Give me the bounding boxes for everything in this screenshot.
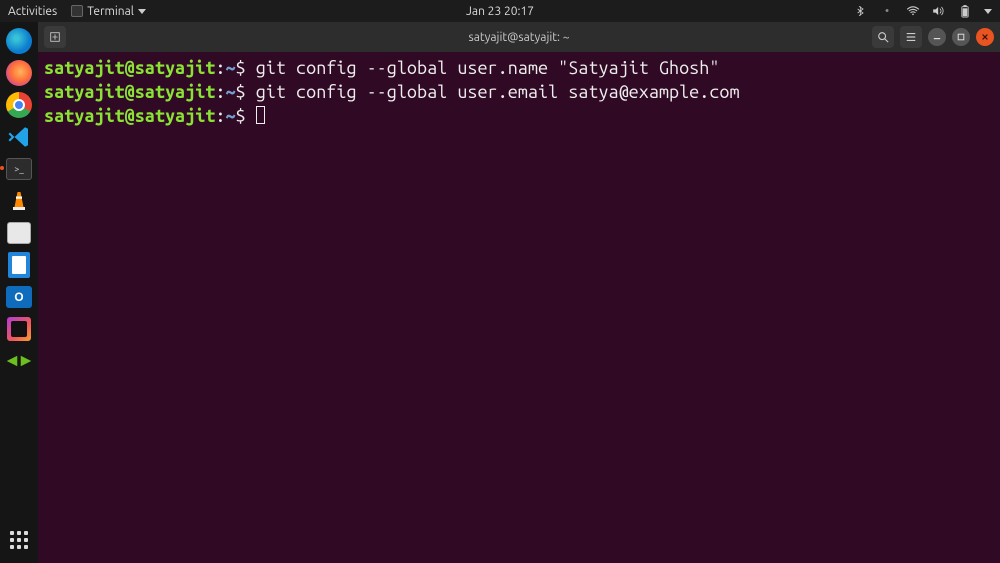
prompt-path: ~ (225, 58, 235, 78)
chevron-down-icon (138, 9, 146, 14)
prompt-user: satyajit@satyajit (44, 82, 215, 102)
window-minimize-button[interactable] (928, 28, 946, 46)
command-text: git config --global user.name "Satyajit … (256, 58, 720, 78)
terminal-line: satyajit@satyajit:~$ (44, 104, 994, 128)
prompt-path: ~ (225, 106, 235, 126)
dock-item-files[interactable] (4, 218, 34, 248)
network-icon[interactable] (906, 4, 920, 18)
dock-item-chrome[interactable] (4, 90, 34, 120)
prompt-dollar: $ (236, 58, 256, 78)
show-applications-button[interactable] (4, 525, 34, 555)
window-close-button[interactable] (976, 28, 994, 46)
terminal-window: satyajit@satyajit: ~ satyajit@satyajit:~… (38, 22, 1000, 563)
dock-item-vlc[interactable] (4, 186, 34, 216)
new-tab-button[interactable] (44, 26, 66, 48)
battery-icon[interactable] (958, 4, 972, 18)
prompt-dollar: $ (236, 106, 256, 126)
prompt-user: satyajit@satyajit (44, 58, 215, 78)
activities-button[interactable]: Activities (8, 5, 57, 18)
dock-item-app[interactable] (4, 346, 34, 376)
gnome-topbar: Activities Terminal Jan 23 20:17 • (0, 0, 1000, 22)
prompt-user: satyajit@satyajit (44, 106, 215, 126)
dock-item-writer[interactable] (4, 250, 34, 280)
prompt-colon: : (215, 82, 225, 102)
prompt-path: ~ (225, 82, 235, 102)
clock[interactable]: Jan 23 20:17 (466, 5, 534, 18)
terminal-line: satyajit@satyajit:~$ git config --global… (44, 56, 994, 80)
app-menu-label: Terminal (87, 5, 134, 18)
dock-item-intellij[interactable] (4, 314, 34, 344)
app-menu[interactable]: Terminal (71, 5, 146, 18)
window-maximize-button[interactable] (952, 28, 970, 46)
volume-icon[interactable] (932, 4, 946, 18)
hamburger-menu-button[interactable] (900, 26, 922, 48)
search-button[interactable] (872, 26, 894, 48)
dock-item-outlook[interactable]: O (4, 282, 34, 312)
tray-separator-icon: • (880, 4, 894, 18)
dock: >_ O (0, 22, 38, 563)
terminal-app-icon (71, 5, 83, 17)
bluetooth-icon[interactable] (854, 4, 868, 18)
prompt-colon: : (215, 58, 225, 78)
window-title: satyajit@satyajit: ~ (469, 31, 570, 44)
terminal-line: satyajit@satyajit:~$ git config --global… (44, 80, 994, 104)
system-menu-chevron-icon[interactable] (984, 9, 992, 14)
prompt-colon: : (215, 106, 225, 126)
cursor (256, 106, 265, 124)
window-titlebar: satyajit@satyajit: ~ (38, 22, 1000, 52)
dock-item-vscode[interactable] (4, 122, 34, 152)
dock-item-edge[interactable] (4, 26, 34, 56)
prompt-dollar: $ (236, 82, 256, 102)
command-text: git config --global user.email satya@exa… (256, 82, 740, 102)
terminal-content[interactable]: satyajit@satyajit:~$ git config --global… (38, 52, 1000, 563)
dock-item-firefox[interactable] (4, 58, 34, 88)
dock-item-terminal[interactable]: >_ (4, 154, 34, 184)
